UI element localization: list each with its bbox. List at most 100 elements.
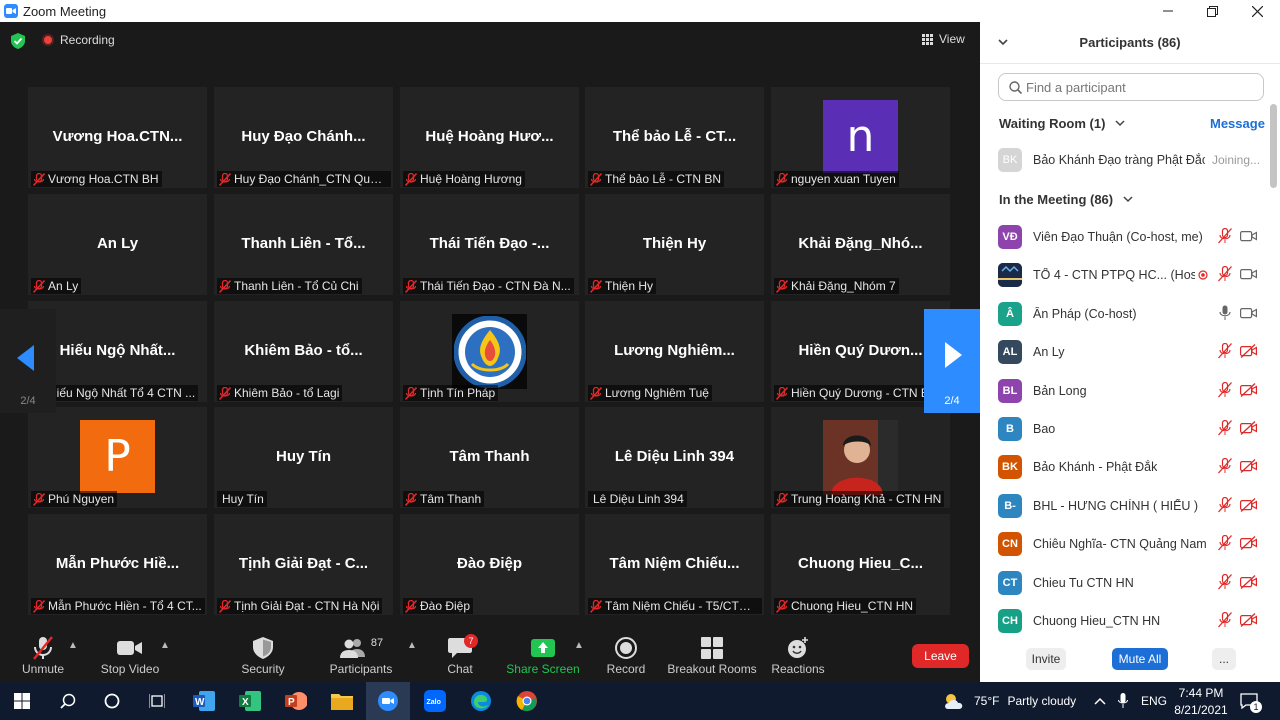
participants-button[interactable]: 87 Participants	[311, 630, 411, 682]
right-page-indicator: 2/4	[944, 395, 960, 407]
video-camera-icon	[117, 641, 142, 655]
close-window-button[interactable]	[1235, 0, 1280, 22]
video-tile[interactable]: Trung Hoàng Khả - CTN HN	[771, 407, 950, 508]
reactions-button[interactable]: Reactions	[748, 630, 848, 682]
weather-widget[interactable]: 75°F Partly cloudy	[942, 682, 1076, 720]
participant-mic-status[interactable]	[1217, 573, 1233, 595]
video-tile[interactable]: An Ly An Ly	[28, 194, 207, 295]
video-tile[interactable]: Huệ Hoàng Hươ... Huệ Hoàng Hương	[400, 87, 579, 188]
chrome-browser-icon[interactable]	[505, 682, 549, 720]
windows-start-button[interactable]	[0, 682, 44, 720]
word-app-icon[interactable]: W	[182, 682, 226, 720]
participant-mic-status[interactable]	[1217, 419, 1233, 441]
security-button[interactable]: Security	[213, 630, 313, 682]
video-tile[interactable]: Thanh Liên - Tổ... Thanh Liên - Tổ Củ Chi	[214, 194, 393, 295]
participants-panel: Participants (86) Find a participant Wai…	[980, 22, 1280, 682]
participant-mic-status[interactable]	[1217, 305, 1233, 326]
file-explorer-icon[interactable]	[320, 682, 364, 720]
video-tile[interactable]: Thiện Hy Thiện Hy	[585, 194, 764, 295]
leave-button[interactable]: Leave	[912, 644, 969, 668]
record-button[interactable]: Record	[576, 630, 676, 682]
participant-row[interactable]: Â Ân Pháp (Co-host)	[980, 295, 1270, 333]
message-waiting-room-button[interactable]: Message	[1210, 116, 1265, 131]
restore-button[interactable]	[1190, 0, 1235, 22]
window-titlebar: Zoom Meeting	[0, 0, 1280, 22]
previous-page-button[interactable]: 2/4	[0, 309, 56, 413]
participant-mic-status[interactable]	[1217, 534, 1233, 556]
chat-unread-badge: 7	[464, 634, 478, 648]
participant-row[interactable]: CT Chieu Tu CTN HN	[980, 564, 1270, 602]
taskbar-search-button[interactable]	[46, 682, 90, 720]
breakout-rooms-button[interactable]: Breakout Rooms	[662, 630, 762, 682]
encryption-shield-icon[interactable]	[11, 33, 25, 54]
video-tile[interactable]: Tịnh Giải Đạt - C... Tịnh Giải Đạt - CTN …	[214, 514, 393, 615]
participant-name-label: Lê Diệu Linh 394	[588, 491, 687, 507]
video-off-icon	[1240, 421, 1257, 435]
avatar: CT	[998, 571, 1022, 595]
participant-row[interactable]: BK Bảo Khánh - Phật Đắk	[980, 448, 1270, 486]
participant-mic-status[interactable]	[1217, 227, 1233, 249]
video-tile[interactable]: Thể bảo Lễ - CT... Thể bảo Lễ - CTN BN	[585, 87, 764, 188]
notification-center-button[interactable]: 1	[1240, 682, 1262, 720]
participant-row[interactable]: B- BHL - HƯNG CHÍNH ( HIẾU )	[980, 487, 1270, 525]
participant-row[interactable]: CN Chiêu Nghĩa- CTN Quảng Nam	[980, 525, 1270, 563]
edge-browser-icon[interactable]	[459, 682, 503, 720]
video-tile[interactable]: Chuong Hieu_C... Chuong Hieu_CTN HN	[771, 514, 950, 615]
invite-button[interactable]: Invite	[1026, 648, 1066, 670]
participant-name: Chuong Hieu_CTN HN	[1033, 614, 1161, 628]
show-hidden-icons-button[interactable]	[1094, 682, 1106, 720]
minimize-button[interactable]	[1145, 0, 1190, 22]
participant-row[interactable]: TỔ 4 - CTN PTPQ HC... (Host)	[980, 256, 1270, 294]
participant-mic-status[interactable]	[1217, 265, 1233, 287]
participant-mic-status[interactable]	[1217, 611, 1233, 633]
video-tile[interactable]: P Phú Nguyen	[28, 407, 207, 508]
participant-name-label: Thể bảo Lễ - CTN BN	[588, 171, 725, 187]
video-tile[interactable]: Khải Đặng_Nhó... Khải Đặng_Nhóm 7	[771, 194, 950, 295]
waiting-room-header[interactable]: Waiting Room (1)	[999, 116, 1125, 131]
excel-app-icon[interactable]: X	[228, 682, 272, 720]
zoom-taskbar-icon[interactable]	[366, 682, 410, 720]
video-tile[interactable]: Huy Tín Huy Tín	[214, 407, 393, 508]
powerpoint-app-icon[interactable]: P	[274, 682, 318, 720]
recording-indicator[interactable]: Recording	[42, 33, 115, 47]
participant-search-input[interactable]: Find a participant	[998, 73, 1264, 101]
waiting-participant-row[interactable]: BK Bảo Khánh Đạo tràng Phật Đắc Joining.…	[980, 141, 1270, 179]
participant-row[interactable]: B Bao	[980, 410, 1270, 448]
video-tile[interactable]: Tâm Niệm Chiếu... Tâm Niệm Chiếu - T5/CTN…	[585, 514, 764, 615]
video-tile[interactable]: Vương Hoa.CTN... Vương Hoa.CTN BH	[28, 87, 207, 188]
view-button[interactable]: View	[922, 32, 965, 46]
video-tile[interactable]: Huy Đạo Chánh... Huy Đạo Chánh_CTN Quản..…	[214, 87, 393, 188]
mute-all-button[interactable]: Mute All	[1112, 648, 1168, 670]
cortana-button[interactable]	[90, 682, 134, 720]
zalo-app-icon[interactable]: Zalo	[413, 682, 457, 720]
participant-row[interactable]: VĐ Viên Đạo Thuận (Co-host, me)	[980, 218, 1270, 256]
stop-video-button[interactable]: Stop Video	[80, 630, 180, 682]
next-page-button[interactable]: 2/4	[924, 309, 980, 413]
participant-mic-status[interactable]	[1217, 496, 1233, 518]
audio-options-caret-icon[interactable]: ▲	[68, 640, 78, 651]
task-view-button[interactable]	[135, 682, 179, 720]
participant-mic-status[interactable]	[1217, 342, 1233, 364]
video-tile[interactable]: Tâm Thanh Tâm Thanh	[400, 407, 579, 508]
video-tile[interactable]: Tịnh Tín Pháp	[400, 301, 579, 402]
participant-mic-status[interactable]	[1217, 457, 1233, 479]
participant-row[interactable]: BL Bản Long	[980, 372, 1270, 410]
participant-row[interactable]: AL An Ly	[980, 333, 1270, 371]
video-tile[interactable]: Đào Điệp Đào Điệp	[400, 514, 579, 615]
video-tile[interactable]: Thái Tiến Đạo -... Thái Tiến Đạo - CTN Đà…	[400, 194, 579, 295]
input-language-indicator[interactable]: ENG	[1141, 682, 1167, 720]
microphone-tray-icon[interactable]	[1118, 682, 1128, 720]
more-options-button[interactable]: ...	[1212, 648, 1236, 670]
video-tile[interactable]: Mẫn Phước Hiề... Mẫn Phước Hiền - Tổ 4 CT…	[28, 514, 207, 615]
clock[interactable]: 7:44 PM 8/21/2021	[1170, 682, 1232, 720]
video-options-caret-icon[interactable]: ▲	[160, 640, 170, 651]
participant-row[interactable]: CH Chuong Hieu_CTN HN	[980, 602, 1270, 640]
in-meeting-header[interactable]: In the Meeting (86)	[999, 192, 1133, 207]
participant-mic-status[interactable]	[1217, 381, 1233, 403]
video-tile[interactable]: n nguyen xuan Tuyen	[771, 87, 950, 188]
muted-mic-icon	[405, 279, 417, 293]
panel-scrollbar[interactable]	[1270, 104, 1277, 188]
video-tile[interactable]: Khiêm Bảo - tổ... Khiêm Bảo - tổ Lagi	[214, 301, 393, 402]
video-tile[interactable]: Lê Diệu Linh 394 Lê Diệu Linh 394	[585, 407, 764, 508]
video-tile[interactable]: Lương Nghiêm... Lương Nghiêm Tuệ	[585, 301, 764, 402]
